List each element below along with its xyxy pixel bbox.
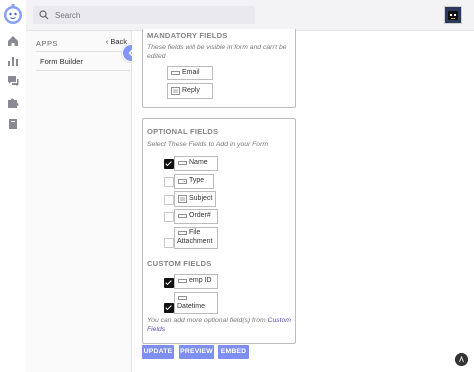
analytics-icon[interactable] xyxy=(6,54,20,68)
search-icon xyxy=(39,10,49,20)
field-email: Email xyxy=(167,66,213,80)
chevron-left-icon: ‹ xyxy=(105,37,109,46)
checkbox-order[interactable] xyxy=(164,212,174,222)
custom-fields-link-line2[interactable]: Fields xyxy=(147,326,165,333)
apps-header: APPS xyxy=(36,39,59,48)
field-label: Reply xyxy=(182,87,200,94)
custom-fields-note: You can add more optional field(s) from … xyxy=(147,317,295,334)
apps-item-form-builder[interactable]: Form Builder xyxy=(40,57,83,66)
field-label: Order# xyxy=(189,212,211,219)
field-reply: Reply xyxy=(167,83,213,99)
mandatory-fields-panel: MANDATORY FIELDS These fields will be vi… xyxy=(142,29,296,108)
field-label: Type xyxy=(189,177,205,184)
help-icon[interactable] xyxy=(455,353,468,366)
field-file-attachment[interactable]: File Attachment xyxy=(174,227,218,249)
left-nav-rail xyxy=(0,0,27,372)
custom-fields-title: CUSTOM FIELDS xyxy=(147,259,212,268)
book-icon[interactable] xyxy=(6,117,20,131)
field-subject[interactable]: Subject xyxy=(174,191,216,207)
field-emp-id[interactable]: emp ID xyxy=(174,274,218,289)
field-label: Email xyxy=(182,69,200,76)
checkbox-type[interactable] xyxy=(164,177,174,187)
divider xyxy=(36,51,130,52)
back-label: Back xyxy=(110,37,127,46)
user-avatar[interactable] xyxy=(444,6,462,24)
mandatory-fields-description: These fields will be visible in form and… xyxy=(147,44,287,60)
optional-fields-title: OPTIONAL FIELDS xyxy=(147,127,219,136)
field-label: Subject xyxy=(189,195,213,202)
mandatory-fields-title: MANDATORY FIELDS xyxy=(147,31,228,40)
puzzle-icon[interactable] xyxy=(6,96,20,110)
checkbox-file-attachment[interactable] xyxy=(164,238,174,248)
dropdown-field-icon xyxy=(178,179,187,184)
chat-icon[interactable] xyxy=(6,74,20,88)
checkbox-emp-id[interactable] xyxy=(164,278,174,288)
text-field-icon xyxy=(178,279,187,283)
textarea-icon xyxy=(178,195,187,203)
checkbox-datetime[interactable] xyxy=(164,303,174,313)
text-field-icon xyxy=(178,214,187,218)
field-order[interactable]: Order# xyxy=(174,209,218,224)
checkbox-name[interactable] xyxy=(164,159,174,169)
home-icon[interactable] xyxy=(6,34,20,48)
divider xyxy=(36,70,130,71)
field-type[interactable]: Type xyxy=(174,174,214,189)
search-input[interactable] xyxy=(55,8,245,22)
search-box[interactable] xyxy=(33,6,255,24)
form-builder-main: MANDATORY FIELDS These fields will be vi… xyxy=(132,29,474,372)
preview-button[interactable]: PREVIEW xyxy=(179,345,214,359)
update-button[interactable]: UPDATE xyxy=(142,345,174,359)
embed-button[interactable]: EMBED xyxy=(218,345,249,359)
field-name[interactable]: Name xyxy=(174,156,218,171)
field-label-line2: Attachment xyxy=(177,238,213,245)
back-link[interactable]: ‹ Back xyxy=(106,37,127,46)
bot-logo-icon[interactable] xyxy=(3,4,23,26)
note-text: You can add more optional field(s) from xyxy=(147,317,266,324)
file-field-icon xyxy=(178,231,187,235)
checkbox-subject[interactable] xyxy=(164,195,174,205)
field-datetime[interactable]: Datetime xyxy=(174,292,218,314)
field-label: File xyxy=(189,229,201,236)
top-bar xyxy=(26,0,474,31)
apps-panel: APPS ‹ Back Form Builder xyxy=(26,31,132,372)
field-label: Datetime xyxy=(177,303,206,310)
textarea-icon xyxy=(171,87,180,95)
optional-fields-description: Select These Fields to Add in your Form xyxy=(147,141,269,148)
optional-fields-panel: OPTIONAL FIELDS Select These Fields to A… xyxy=(142,118,296,344)
field-label: Name xyxy=(189,159,208,166)
text-field-icon xyxy=(178,161,187,165)
date-field-icon xyxy=(178,296,187,300)
field-label: emp ID xyxy=(189,277,212,284)
text-field-icon xyxy=(171,71,180,75)
custom-fields-link[interactable]: Custom xyxy=(268,317,291,324)
